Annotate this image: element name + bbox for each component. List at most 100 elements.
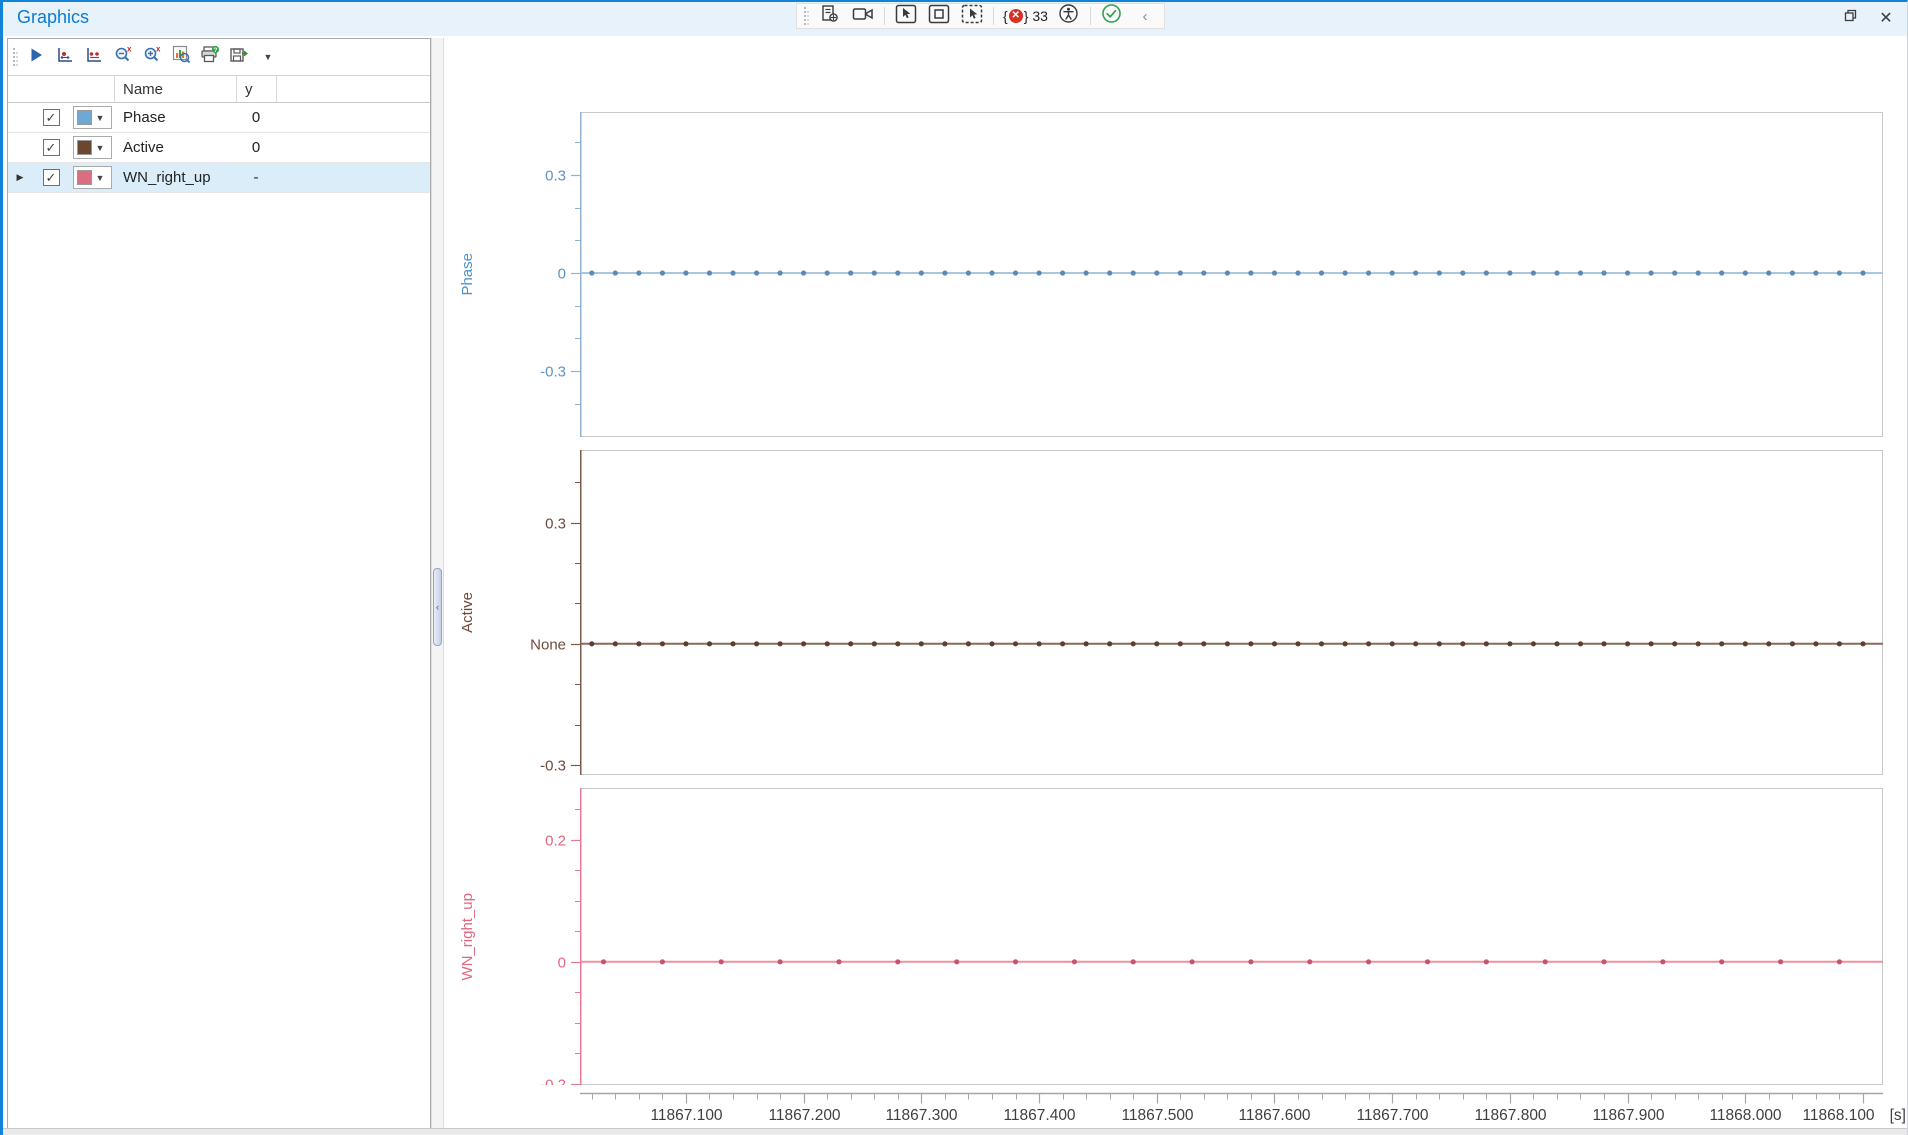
signal-row-Active[interactable]: ✓ ▼ Active0 [8, 133, 430, 163]
status-ok-button[interactable] [1100, 5, 1124, 27]
restore-icon [1843, 8, 1858, 28]
measurement-toolbar: {✕}33 ‹ [796, 3, 1165, 29]
svg-text:x: x [156, 45, 161, 54]
active-chart[interactable]: Active 0.3None-0.3 [444, 450, 1908, 775]
svg-text:0.3: 0.3 [545, 516, 566, 533]
svg-text:11868.000: 11868.000 [1709, 1107, 1781, 1124]
camera-button[interactable] [851, 5, 875, 27]
visibility-checkbox[interactable]: ✓ [43, 109, 60, 126]
svg-text:x: x [127, 45, 132, 54]
time-axis: 11867.10011867.20011867.30011867.4001186… [444, 1086, 1908, 1130]
active-plot[interactable]: 0.3None-0.3 [444, 450, 1908, 780]
svg-text:?: ? [214, 47, 218, 54]
svg-text:11867.700: 11867.700 [1356, 1107, 1428, 1124]
collapse-chevron-icon: ‹ [1142, 8, 1147, 25]
collapse-toolbar-button[interactable]: ‹ [1133, 5, 1157, 27]
accessibility-button[interactable] [1057, 5, 1081, 27]
close-window-button[interactable]: ✕ [1871, 5, 1901, 31]
camera-icon [852, 5, 874, 28]
zoom-in-x-icon: x [143, 45, 162, 69]
chart-panel: Phase 0.30-0.3 Active 0.3None-0.3 WN_rig… [444, 36, 1908, 1130]
svg-text:11868.100: 11868.100 [1802, 1107, 1874, 1124]
more-options-button[interactable]: ▼ [257, 46, 279, 68]
dropdown-caret-icon: ▼ [96, 173, 105, 183]
dropdown-caret-icon: ▼ [96, 143, 105, 153]
toolbar-separator [884, 7, 885, 25]
color-dropdown[interactable]: ▼ [73, 166, 112, 189]
chart-y-axis-title: Phase [454, 112, 480, 437]
svg-text:11867.200: 11867.200 [768, 1107, 840, 1124]
window-controls: ✕ [1835, 5, 1901, 31]
panel-splitter[interactable]: ‹ [431, 38, 444, 1130]
fit-y-axis-icon [85, 46, 103, 69]
svg-text:-0.2: -0.2 [540, 1077, 566, 1086]
toolbar-grip-icon[interactable] [804, 7, 809, 25]
export-button[interactable] [228, 46, 250, 68]
svg-text:11867.100: 11867.100 [650, 1107, 722, 1124]
header-check-col [32, 76, 70, 102]
fit-y-axis-button[interactable] [83, 46, 105, 68]
svg-text:0.2: 0.2 [545, 833, 566, 850]
fit-x-axis-icon [56, 46, 74, 69]
breakpoint-counter[interactable]: {✕}33 [1003, 8, 1048, 24]
zoom-out-x-button[interactable]: x [112, 46, 134, 68]
splitter-collapse-handle[interactable]: ‹ [433, 568, 442, 646]
header-name-col[interactable]: Name [114, 76, 236, 102]
zoom-to-fit-chart-icon [172, 45, 191, 69]
current-row-indicator: ▶ [8, 172, 32, 183]
configure-report-icon [820, 4, 840, 29]
title-bar: Graphics [3, 2, 1907, 36]
signal-y-value: 0 [236, 139, 276, 156]
wn-right-up-plot[interactable]: 0.20-0.2 [444, 788, 1908, 1090]
toolbar-separator [1090, 7, 1091, 25]
signal-name: WN_right_up [114, 169, 236, 186]
select-area-cursor-icon [961, 4, 983, 29]
print-icon: ? [200, 45, 220, 69]
svg-text:0.3: 0.3 [545, 168, 566, 185]
brace-right: } [1024, 8, 1029, 24]
dropdown-caret-icon: ▼ [264, 52, 273, 62]
signal-y-value: 0 [236, 109, 276, 126]
color-dropdown[interactable]: ▼ [73, 136, 112, 159]
breakpoint-badge-icon: ✕ [1009, 9, 1023, 23]
signal-table-header: Name y [8, 76, 430, 103]
zoom-to-fit-chart-button[interactable] [170, 46, 192, 68]
signal-color-swatch [77, 110, 92, 125]
signal-name: Active [114, 139, 236, 156]
svg-text:-0.3: -0.3 [540, 364, 566, 381]
svg-text:[s]: [s] [1890, 1107, 1906, 1124]
signal-row-WN_right_up[interactable]: ▶ ✓ ▼ WN_right_up- [8, 163, 430, 193]
select-area-cursor-button[interactable] [960, 5, 984, 27]
phase-plot[interactable]: 0.30-0.3 [444, 112, 1908, 442]
zoom-rect-button[interactable] [927, 5, 951, 27]
signal-table-body: ✓▼Phase0✓▼Active0▶✓▼WN_right_up- [8, 103, 430, 193]
configure-report-button[interactable] [818, 5, 842, 27]
fit-x-axis-button[interactable] [54, 46, 76, 68]
chart-y-axis-title: Active [454, 450, 480, 775]
svg-text:11867.400: 11867.400 [1003, 1107, 1075, 1124]
phase-chart[interactable]: Phase 0.30-0.3 [444, 112, 1908, 437]
visibility-checkbox[interactable]: ✓ [43, 139, 60, 156]
wn-right-up-chart[interactable]: WN_right_up 0.20-0.2 [444, 788, 1908, 1085]
svg-text:-0.3: -0.3 [540, 758, 566, 775]
zoom-out-x-icon: x [114, 45, 133, 69]
signal-y-value: - [236, 169, 276, 186]
zoom-in-x-button[interactable]: x [141, 46, 163, 68]
visibility-checkbox[interactable]: ✓ [43, 169, 60, 186]
header-y-col[interactable]: y [236, 76, 276, 102]
zoom-rect-icon [928, 4, 950, 29]
breakpoint-count: 33 [1032, 8, 1048, 24]
start-measurement-button[interactable] [25, 46, 47, 68]
export-icon [229, 46, 249, 69]
select-cursor-button[interactable] [894, 5, 918, 27]
restore-window-button[interactable] [1835, 5, 1865, 31]
signal-list-panel: x x ? [7, 38, 431, 1130]
signal-color-swatch [77, 140, 92, 155]
header-indicator-col [8, 76, 32, 102]
print-button[interactable]: ? [199, 46, 221, 68]
color-dropdown[interactable]: ▼ [73, 106, 112, 129]
graphics-toolbar: x x ? [8, 39, 430, 76]
signal-row-Phase[interactable]: ✓▼Phase0 [8, 103, 430, 133]
toolbar-grip-icon[interactable] [13, 48, 18, 66]
toolbar-separator [993, 7, 994, 25]
